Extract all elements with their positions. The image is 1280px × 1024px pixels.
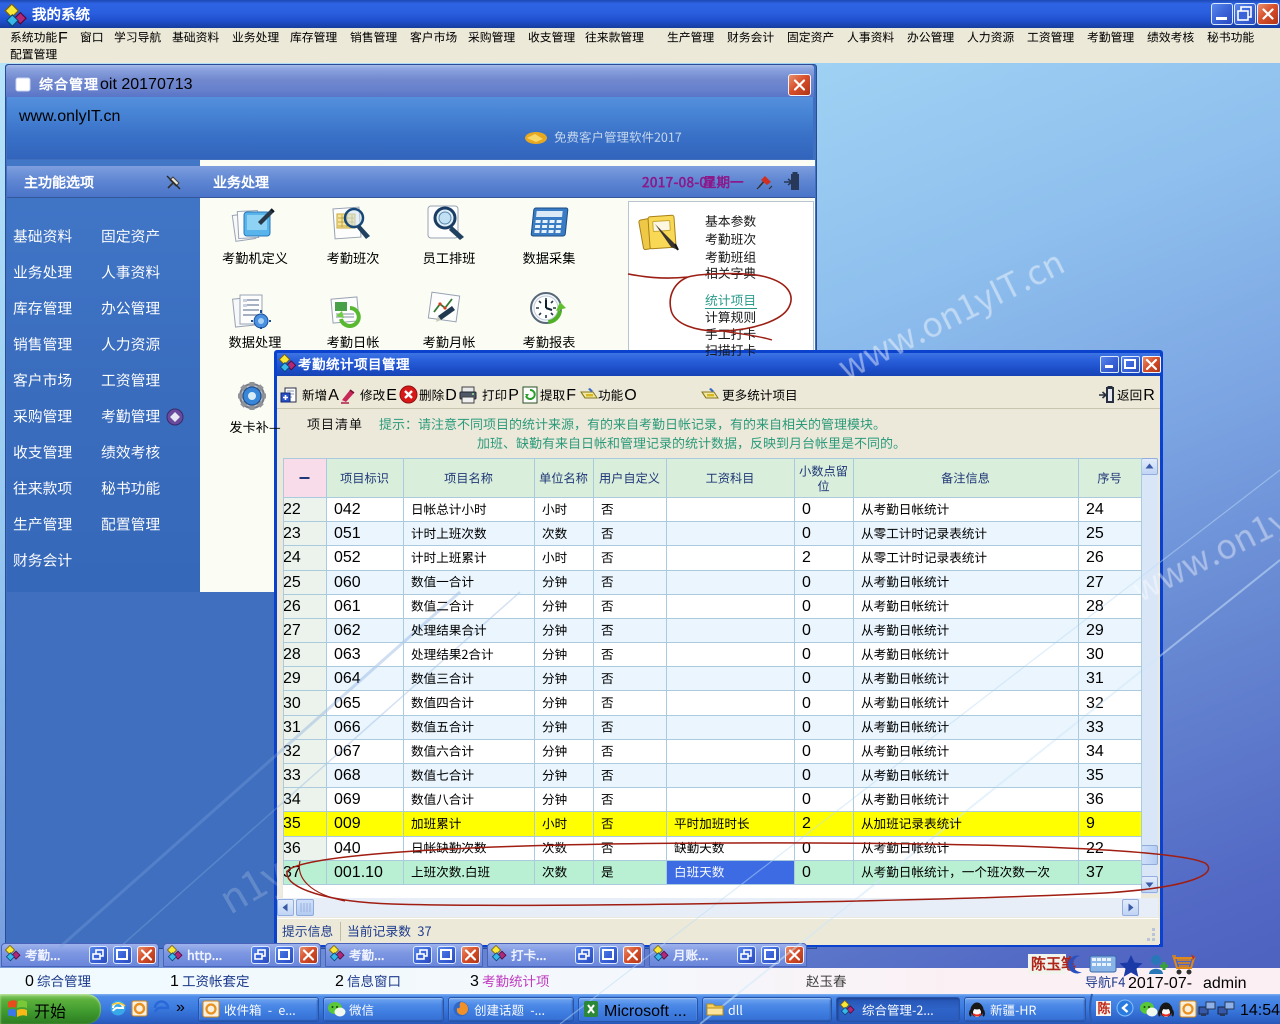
svg-text:陈: 陈 <box>1098 1001 1111 1016</box>
